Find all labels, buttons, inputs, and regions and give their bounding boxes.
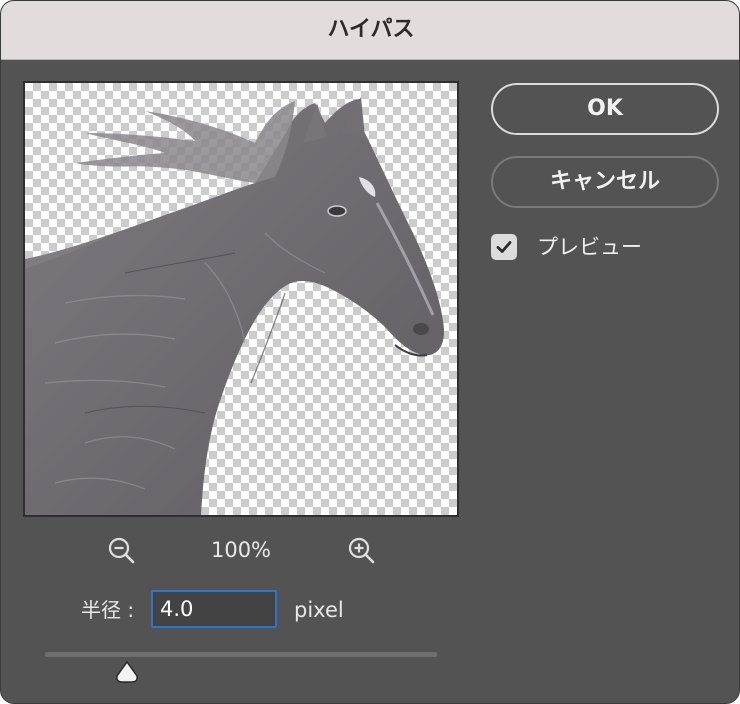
high-pass-dialog: ハイパス 100% 半径: 4.0 pixel OK キャンセル プレビュー (0, 0, 740, 704)
zoom-in-icon (348, 537, 375, 564)
horse-eye (327, 205, 347, 217)
slider-thumb-icon (116, 660, 138, 683)
horse-preview-image (25, 97, 445, 515)
dialog-title: ハイパス (327, 17, 415, 42)
radius-unit-label: pixel (294, 598, 344, 622)
zoom-out-button[interactable] (107, 536, 137, 566)
checkmark-icon (496, 241, 512, 253)
horse-mane-shape (75, 101, 295, 183)
radius-slider-track[interactable] (45, 652, 437, 657)
radius-label: 半径 : (81, 598, 135, 622)
radius-slider-thumb[interactable] (114, 660, 140, 684)
ok-button[interactable]: OK (491, 83, 719, 135)
zoom-out-icon (108, 537, 135, 564)
preview-checkbox-label[interactable]: プレビュー (537, 230, 642, 264)
radius-input[interactable] (151, 590, 277, 628)
cancel-button[interactable]: キャンセル (491, 156, 719, 208)
zoom-in-button[interactable] (347, 536, 377, 566)
preview-pane[interactable] (23, 81, 459, 517)
horse-nostril (413, 323, 429, 335)
title-bar[interactable]: ハイパス (1, 1, 739, 60)
zoom-level-readout: 100% (210, 538, 272, 562)
preview-checkbox[interactable] (491, 234, 517, 260)
